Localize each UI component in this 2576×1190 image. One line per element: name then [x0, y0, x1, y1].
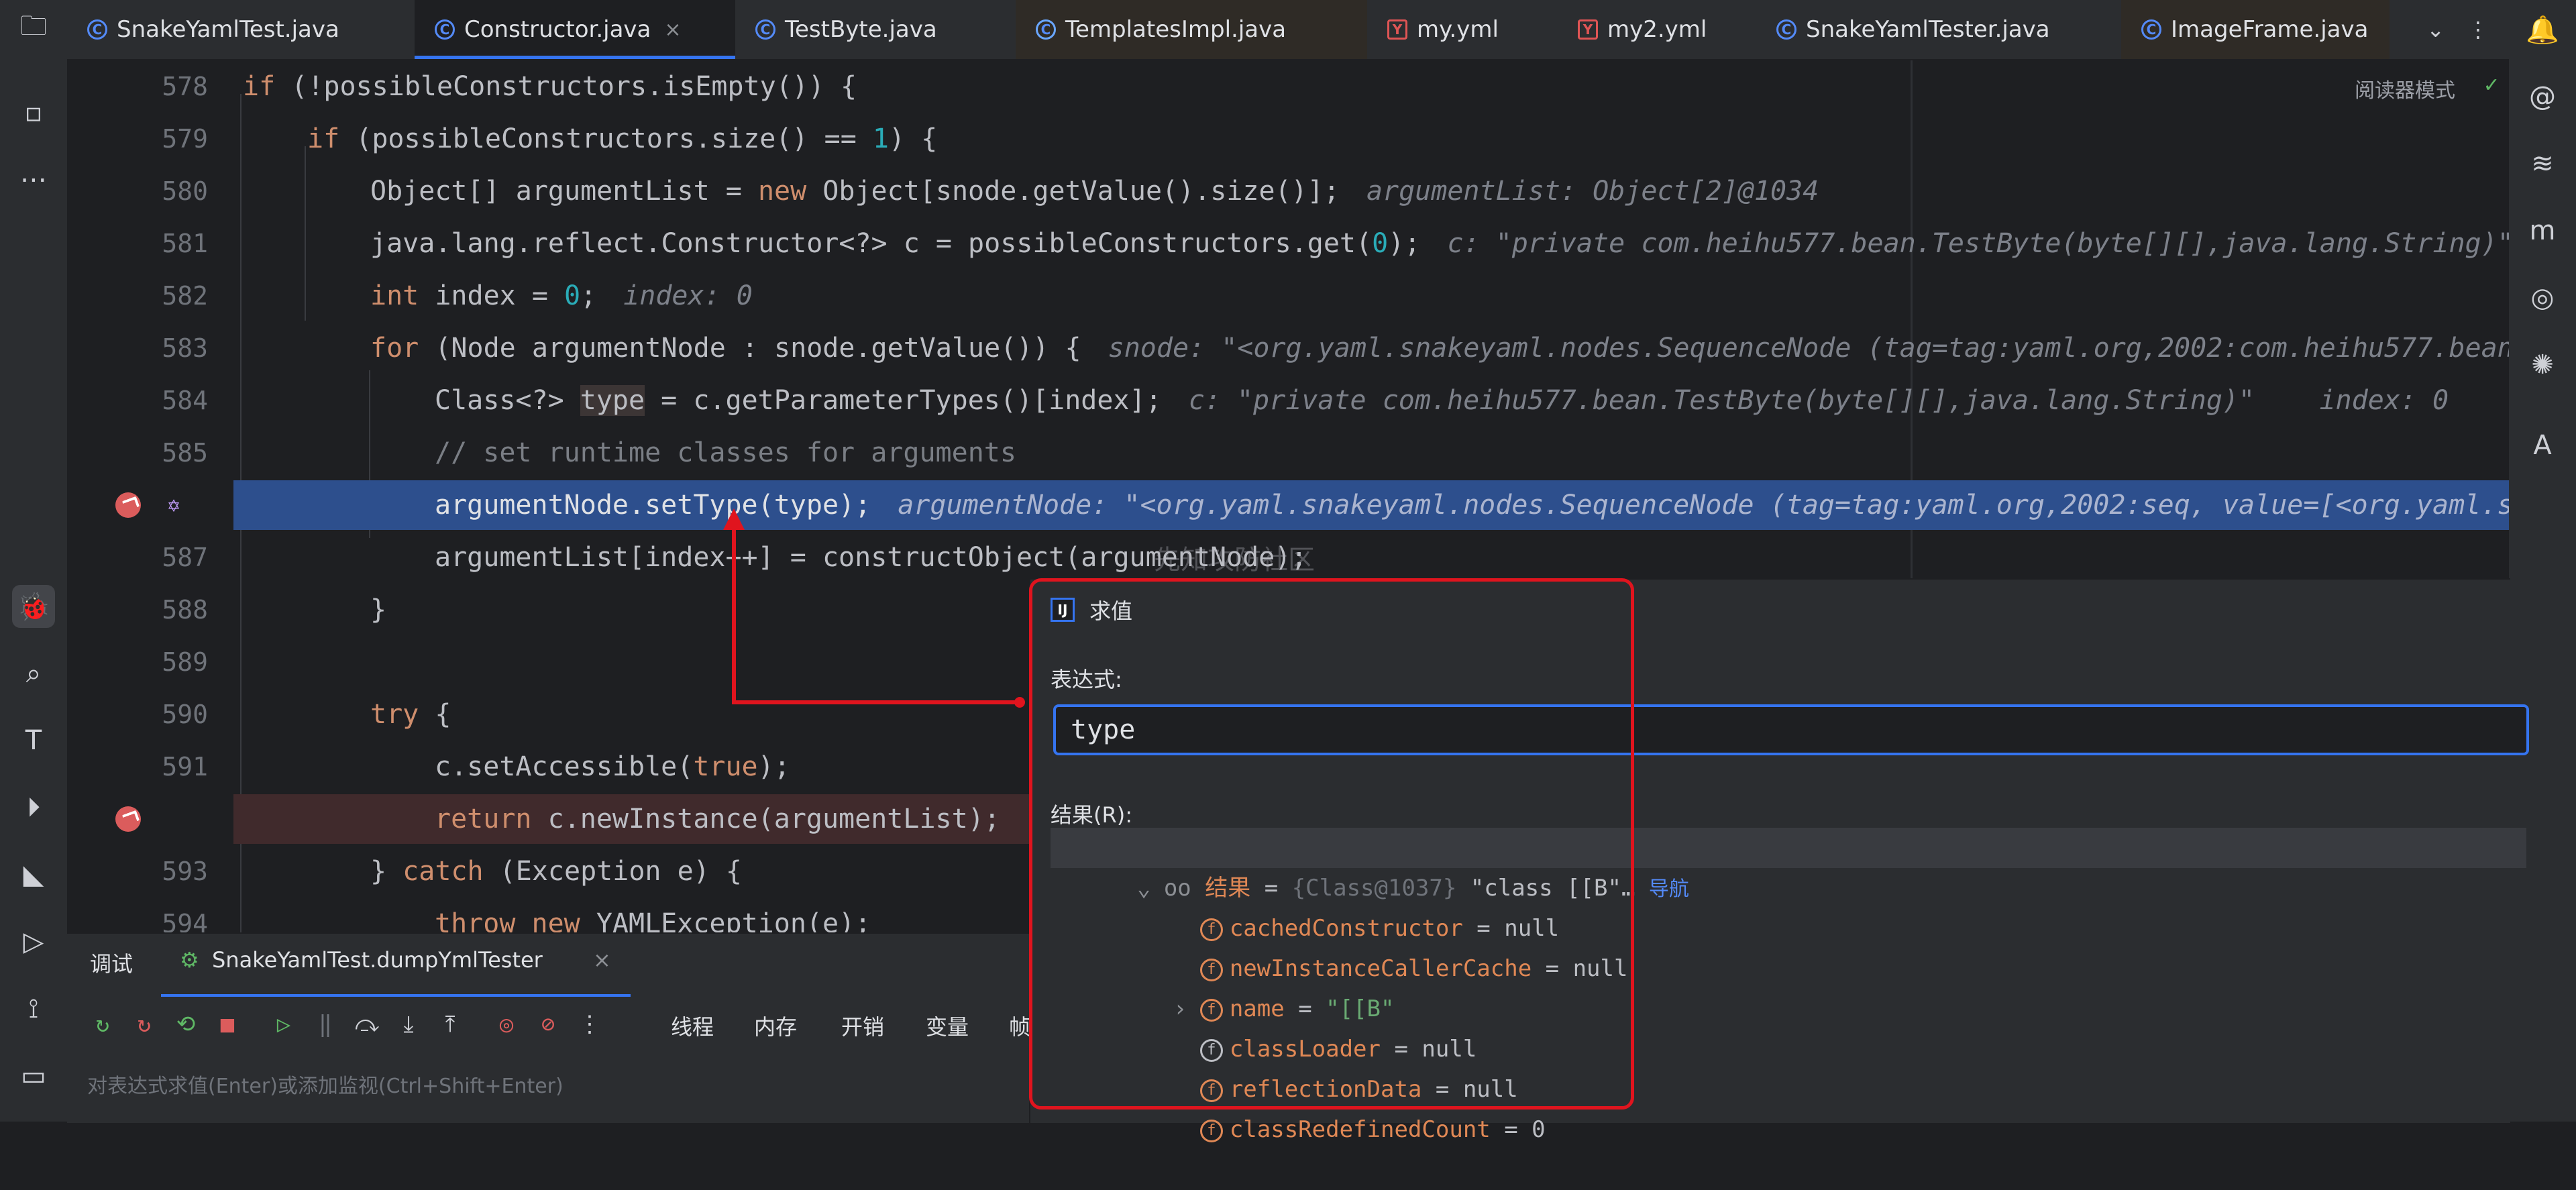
field-icon: f [1199, 1119, 1223, 1142]
annotation-arrow [723, 508, 1025, 708]
